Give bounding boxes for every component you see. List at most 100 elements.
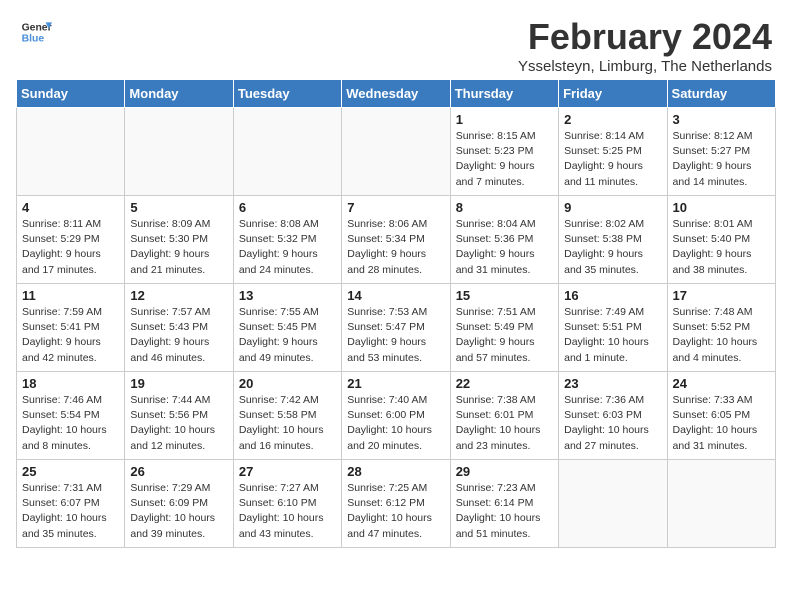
calendar-body: 1 Sunrise: 8:15 AM Sunset: 5:23 PM Daylig… [17, 108, 776, 548]
svg-text:Blue: Blue [22, 34, 45, 45]
calendar-cell: 20 Sunrise: 7:42 AM Sunset: 5:58 PM Dayli… [233, 372, 341, 460]
calendar-cell: 9 Sunrise: 8:02 AM Sunset: 5:38 PM Daylig… [559, 196, 667, 284]
day-number: 7 [347, 200, 444, 215]
col-tuesday: Tuesday [233, 80, 341, 108]
day-info: Sunrise: 8:15 AM Sunset: 5:23 PM Dayligh… [456, 129, 553, 190]
calendar-cell: 3 Sunrise: 8:12 AM Sunset: 5:27 PM Daylig… [667, 108, 775, 196]
day-number: 14 [347, 288, 444, 303]
day-info: Sunrise: 7:33 AM Sunset: 6:05 PM Dayligh… [673, 393, 770, 454]
calendar-cell: 12 Sunrise: 7:57 AM Sunset: 5:43 PM Dayli… [125, 284, 233, 372]
calendar-table: Sunday Monday Tuesday Wednesday Thursday… [16, 79, 776, 548]
day-number: 1 [456, 112, 553, 127]
day-info: Sunrise: 7:46 AM Sunset: 5:54 PM Dayligh… [22, 393, 119, 454]
calendar-cell: 6Sunrise: 8:08 AM Sunset: 5:32 PM Daylig… [233, 196, 341, 284]
calendar-cell [17, 108, 125, 196]
calendar-cell: 17Sunrise: 7:48 AM Sunset: 5:52 PM Dayli… [667, 284, 775, 372]
day-info: Sunrise: 7:57 AM Sunset: 5:43 PM Dayligh… [130, 305, 227, 366]
calendar-cell: 15Sunrise: 7:51 AM Sunset: 5:49 PM Dayli… [450, 284, 558, 372]
day-info: Sunrise: 7:31 AM Sunset: 6:07 PM Dayligh… [22, 481, 119, 542]
col-friday: Friday [559, 80, 667, 108]
calendar-cell: 27 Sunrise: 7:27 AM Sunset: 6:10 PM Dayli… [233, 460, 341, 548]
day-info: Sunrise: 8:02 AM Sunset: 5:38 PM Dayligh… [564, 217, 661, 278]
day-number: 9 [564, 200, 661, 215]
day-info: Sunrise: 7:27 AM Sunset: 6:10 PM Dayligh… [239, 481, 336, 542]
calendar-cell: 1 Sunrise: 8:15 AM Sunset: 5:23 PM Daylig… [450, 108, 558, 196]
calendar-cell: 16 Sunrise: 7:49 AM Sunset: 5:51 PM Dayli… [559, 284, 667, 372]
calendar-cell: 2 Sunrise: 8:14 AM Sunset: 5:25 PM Daylig… [559, 108, 667, 196]
location-subtitle: Ysselsteyn, Limburg, The Netherlands [518, 58, 772, 75]
calendar-cell: 8Sunrise: 8:04 AM Sunset: 5:36 PM Daylig… [450, 196, 558, 284]
day-info: Sunrise: 8:08 AM Sunset: 5:32 PM Dayligh… [239, 217, 336, 278]
calendar-week-1: 1 Sunrise: 8:15 AM Sunset: 5:23 PM Daylig… [17, 108, 776, 196]
day-info: Sunrise: 8:06 AM Sunset: 5:34 PM Dayligh… [347, 217, 444, 278]
calendar-cell: 24Sunrise: 7:33 AM Sunset: 6:05 PM Dayli… [667, 372, 775, 460]
calendar-cell [233, 108, 341, 196]
day-info: Sunrise: 8:14 AM Sunset: 5:25 PM Dayligh… [564, 129, 661, 190]
day-number: 21 [347, 376, 444, 391]
day-info: Sunrise: 7:38 AM Sunset: 6:01 PM Dayligh… [456, 393, 553, 454]
day-number: 11 [22, 288, 119, 303]
day-number: 18 [22, 376, 119, 391]
calendar-week-3: 11 Sunrise: 7:59 AM Sunset: 5:41 PM Dayli… [17, 284, 776, 372]
day-number: 4 [22, 200, 119, 215]
day-info: Sunrise: 7:44 AM Sunset: 5:56 PM Dayligh… [130, 393, 227, 454]
calendar-week-4: 18 Sunrise: 7:46 AM Sunset: 5:54 PM Dayli… [17, 372, 776, 460]
day-info: Sunrise: 8:09 AM Sunset: 5:30 PM Dayligh… [130, 217, 227, 278]
title-block: February 2024 Ysselsteyn, Limburg, The N… [518, 16, 772, 75]
day-number: 5 [130, 200, 227, 215]
calendar-container: Sunday Monday Tuesday Wednesday Thursday… [0, 79, 792, 556]
calendar-cell: 21 Sunrise: 7:40 AM Sunset: 6:00 PM Dayli… [342, 372, 450, 460]
day-number: 20 [239, 376, 336, 391]
calendar-cell [559, 460, 667, 548]
calendar-cell: 4 Sunrise: 8:11 AM Sunset: 5:29 PM Daylig… [17, 196, 125, 284]
calendar-cell: 22 Sunrise: 7:38 AM Sunset: 6:01 PM Dayli… [450, 372, 558, 460]
col-wednesday: Wednesday [342, 80, 450, 108]
day-number: 28 [347, 464, 444, 479]
day-info: Sunrise: 7:40 AM Sunset: 6:00 PM Dayligh… [347, 393, 444, 454]
day-info: Sunrise: 8:01 AM Sunset: 5:40 PM Dayligh… [673, 217, 770, 278]
day-info: Sunrise: 8:11 AM Sunset: 5:29 PM Dayligh… [22, 217, 119, 278]
calendar-cell: 14 Sunrise: 7:53 AM Sunset: 5:47 PM Dayli… [342, 284, 450, 372]
day-number: 29 [456, 464, 553, 479]
calendar-cell: 23Sunrise: 7:36 AM Sunset: 6:03 PM Dayli… [559, 372, 667, 460]
calendar-cell: 18 Sunrise: 7:46 AM Sunset: 5:54 PM Dayli… [17, 372, 125, 460]
day-number: 12 [130, 288, 227, 303]
calendar-week-5: 25 Sunrise: 7:31 AM Sunset: 6:07 PM Dayli… [17, 460, 776, 548]
day-info: Sunrise: 7:49 AM Sunset: 5:51 PM Dayligh… [564, 305, 661, 366]
calendar-header-row: Sunday Monday Tuesday Wednesday Thursday… [17, 80, 776, 108]
calendar-cell: 29 Sunrise: 7:23 AM Sunset: 6:14 PM Dayli… [450, 460, 558, 548]
day-info: Sunrise: 7:53 AM Sunset: 5:47 PM Dayligh… [347, 305, 444, 366]
day-number: 26 [130, 464, 227, 479]
day-number: 15 [456, 288, 553, 303]
day-number: 2 [564, 112, 661, 127]
calendar-cell: 10Sunrise: 8:01 AM Sunset: 5:40 PM Dayli… [667, 196, 775, 284]
day-number: 3 [673, 112, 770, 127]
day-number: 16 [564, 288, 661, 303]
day-number: 13 [239, 288, 336, 303]
day-info: Sunrise: 7:48 AM Sunset: 5:52 PM Dayligh… [673, 305, 770, 366]
col-monday: Monday [125, 80, 233, 108]
day-info: Sunrise: 7:29 AM Sunset: 6:09 PM Dayligh… [130, 481, 227, 542]
page-header: General Blue February 2024 Ysselsteyn, L… [0, 0, 792, 79]
day-info: Sunrise: 8:12 AM Sunset: 5:27 PM Dayligh… [673, 129, 770, 190]
day-number: 22 [456, 376, 553, 391]
day-info: Sunrise: 7:25 AM Sunset: 6:12 PM Dayligh… [347, 481, 444, 542]
day-info: Sunrise: 7:23 AM Sunset: 6:14 PM Dayligh… [456, 481, 553, 542]
month-title: February 2024 [518, 16, 772, 58]
day-number: 19 [130, 376, 227, 391]
day-info: Sunrise: 7:55 AM Sunset: 5:45 PM Dayligh… [239, 305, 336, 366]
day-info: Sunrise: 7:36 AM Sunset: 6:03 PM Dayligh… [564, 393, 661, 454]
calendar-cell [342, 108, 450, 196]
day-number: 27 [239, 464, 336, 479]
logo: General Blue [20, 16, 56, 48]
col-sunday: Sunday [17, 80, 125, 108]
calendar-cell: 26 Sunrise: 7:29 AM Sunset: 6:09 PM Dayli… [125, 460, 233, 548]
day-info: Sunrise: 7:59 AM Sunset: 5:41 PM Dayligh… [22, 305, 119, 366]
logo-icon: General Blue [20, 16, 52, 48]
day-number: 8 [456, 200, 553, 215]
day-info: Sunrise: 7:42 AM Sunset: 5:58 PM Dayligh… [239, 393, 336, 454]
calendar-cell: 11 Sunrise: 7:59 AM Sunset: 5:41 PM Dayli… [17, 284, 125, 372]
calendar-cell: 5 Sunrise: 8:09 AM Sunset: 5:30 PM Daylig… [125, 196, 233, 284]
day-number: 25 [22, 464, 119, 479]
calendar-cell [667, 460, 775, 548]
